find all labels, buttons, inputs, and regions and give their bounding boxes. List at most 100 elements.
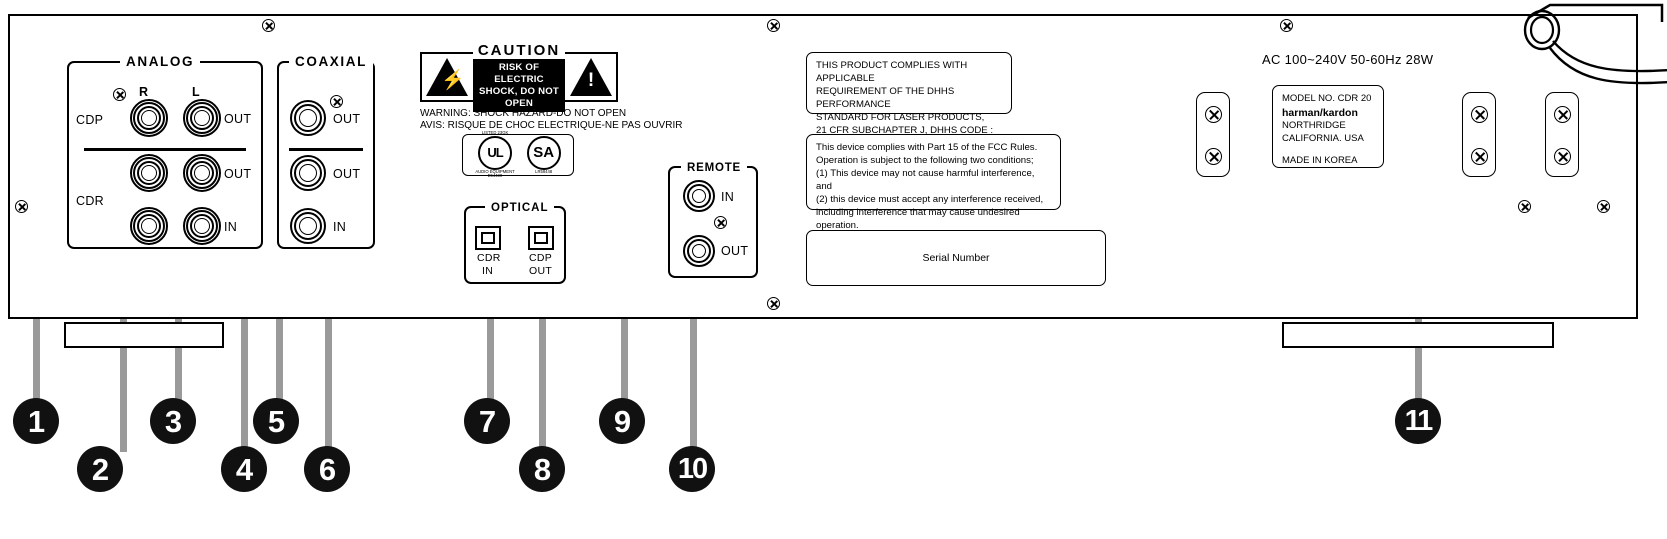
serial-number-box: Serial Number <box>806 230 1106 286</box>
coaxial-jack-cdr-out[interactable] <box>290 155 326 191</box>
fcc-notice-line1: This device complies with Part 15 of the… <box>816 142 1038 153</box>
caution-body: RISK OF ELECTRIC SHOCK, DO NOT OPEN <box>473 61 565 113</box>
analog-cdr-in-label: IN <box>224 220 238 234</box>
analog-jack-cdp-out-r[interactable] <box>130 99 168 137</box>
city-text: NORTHRIDGE <box>1282 120 1346 132</box>
chassis-foot-left <box>64 322 224 348</box>
coaxial-jack-cdp-out[interactable] <box>290 100 326 136</box>
caution-title: CAUTION <box>473 41 565 62</box>
callout-3-number: 3 <box>164 403 182 439</box>
optical-group-label-bg: OPTICAL <box>485 198 555 216</box>
warning-text-french: AVIS: RISQUE DE CHOC ELECTRIQUE-NE PAS O… <box>420 120 683 131</box>
callout-4-number: 4 <box>235 451 253 487</box>
callout-6-number: 6 <box>318 451 336 487</box>
ul-mark-group: LISTED 23GK UL AUDIO EQUIPMENT E54430 <box>475 130 514 179</box>
screw-remote <box>714 216 727 229</box>
lightning-bolt-icon: ⚡ <box>426 58 468 96</box>
coaxial-jack-cdr-in[interactable] <box>290 208 326 244</box>
screw-top-3 <box>1280 19 1293 32</box>
serial-number-label: Serial Number <box>922 252 990 264</box>
caution-label: ⚡ CAUTION RISK OF ELECTRIC SHOCK, DO NOT… <box>420 41 618 113</box>
fcc-compliance-notice: This device complies with Part 15 of the… <box>806 134 1061 231</box>
optical-in-label: IN <box>482 265 494 277</box>
callout-3[interactable]: 3 <box>150 398 196 444</box>
exclamation-triangle-icon: ! <box>570 58 612 96</box>
fcc-notice-line4: (2) this device must accept any interfer… <box>816 194 1044 206</box>
ul-letters: UL <box>487 145 503 161</box>
csa-file-number: LR58448 <box>535 168 553 174</box>
optical-group-label: OPTICAL <box>485 202 555 214</box>
screw-plate-side-bottom <box>1554 148 1571 165</box>
analog-jack-cdr-in-l[interactable] <box>183 207 221 245</box>
csa-letters: SA <box>533 144 555 162</box>
caution-body-line1: RISK OF ELECTRIC <box>494 62 544 86</box>
analog-group-label: ANALOG <box>120 54 201 69</box>
fcc-notice-line3: (1) This device may not cause harmful in… <box>816 168 1035 193</box>
fcc-notice-line2: Operation is subject to the following tw… <box>816 155 1034 167</box>
callout-11-number: 11 <box>1404 404 1434 437</box>
remote-jack-in[interactable] <box>683 180 715 212</box>
csa-icon: SA <box>526 135 561 170</box>
csa-mark-group: SA LR58448 <box>526 135 561 175</box>
model-number-text: MODEL NO. CDR 20 <box>1282 93 1372 104</box>
optical-port-cdr-in[interactable] <box>475 226 501 250</box>
callout-8-number: 8 <box>533 451 551 487</box>
callout-2[interactable]: 2 <box>77 446 123 492</box>
coaxial-divider <box>289 148 363 151</box>
callout-7-number: 7 <box>478 403 496 439</box>
screw-plate-right-bottom <box>1471 148 1488 165</box>
analog-cdr-out-label: OUT <box>224 167 252 181</box>
chassis-foot-right <box>1282 322 1554 348</box>
callout-7[interactable]: 7 <box>464 398 510 444</box>
coaxial-group-label-bg: COAXIAL <box>289 53 373 71</box>
screw-left-mid <box>15 200 28 213</box>
callout-5[interactable]: 5 <box>253 398 299 444</box>
screw-top-1 <box>262 19 275 32</box>
analog-jack-cdr-out-r[interactable] <box>130 154 168 192</box>
coaxial-cdp-out-label: OUT <box>333 112 361 126</box>
analog-jack-cdr-in-r[interactable] <box>130 207 168 245</box>
analog-jack-cdr-out-l[interactable] <box>183 154 221 192</box>
analog-cdr-row-label: CDR <box>76 194 104 208</box>
model-info-label: MODEL NO. CDR 20 harman/kardon NORTHRIDG… <box>1272 85 1384 168</box>
analog-divider <box>84 148 246 151</box>
laser-notice-line1: THIS PRODUCT COMPLIES WITH APPLICABLE <box>816 60 968 85</box>
callout-11[interactable]: 11 <box>1395 398 1441 444</box>
screw-right-mid <box>1518 200 1531 213</box>
analog-cdp-row-label: CDP <box>76 113 104 127</box>
analog-column-l-label: L <box>192 85 200 99</box>
analog-column-r-label: R <box>139 85 149 99</box>
callout-1[interactable]: 1 <box>13 398 59 444</box>
screw-plate-left-bottom <box>1205 148 1222 165</box>
remote-group-label-bg: REMOTE <box>681 158 747 176</box>
remote-in-label: IN <box>721 190 735 204</box>
rear-panel-diagram: ANALOG R L CDP CDR OUT OUT IN COAXIAL OU… <box>0 0 1667 539</box>
coaxial-group-label: COAXIAL <box>289 54 373 69</box>
fcc-notice-line5: including interference that may cause un… <box>816 207 1020 232</box>
callout-4[interactable]: 4 <box>221 446 267 492</box>
analog-group-label-bg: ANALOG <box>120 53 201 71</box>
callout-10[interactable]: 10 <box>669 446 715 492</box>
coaxial-cdr-in-label: IN <box>333 220 347 234</box>
screw-side-panel <box>1597 200 1610 213</box>
callout-8[interactable]: 8 <box>519 446 565 492</box>
screw-plate-right-top <box>1471 106 1488 123</box>
origin-text: MADE IN KOREA <box>1282 154 1358 166</box>
screw-plate-left-top <box>1205 106 1222 123</box>
callout-6[interactable]: 6 <box>304 446 350 492</box>
optical-port-cdp-out[interactable] <box>528 226 554 250</box>
callout-9[interactable]: 9 <box>599 398 645 444</box>
ul-icon: UL <box>477 135 512 170</box>
coaxial-cdr-out-label: OUT <box>333 167 361 181</box>
analog-jack-cdp-out-l[interactable] <box>183 99 221 137</box>
callout-1-number: 1 <box>27 403 45 439</box>
callout-10-number: 10 <box>677 452 708 485</box>
analog-cdp-out-label: OUT <box>224 112 252 126</box>
remote-out-label: OUT <box>721 244 749 258</box>
callout-2-number: 2 <box>91 451 109 487</box>
remote-jack-out[interactable] <box>683 235 715 267</box>
ac-power-cord <box>1523 9 1667 85</box>
optical-cdp-label: CDP <box>529 252 553 264</box>
screw-analog-cdp <box>113 88 126 101</box>
brand-text: harman/kardon <box>1282 106 1358 119</box>
